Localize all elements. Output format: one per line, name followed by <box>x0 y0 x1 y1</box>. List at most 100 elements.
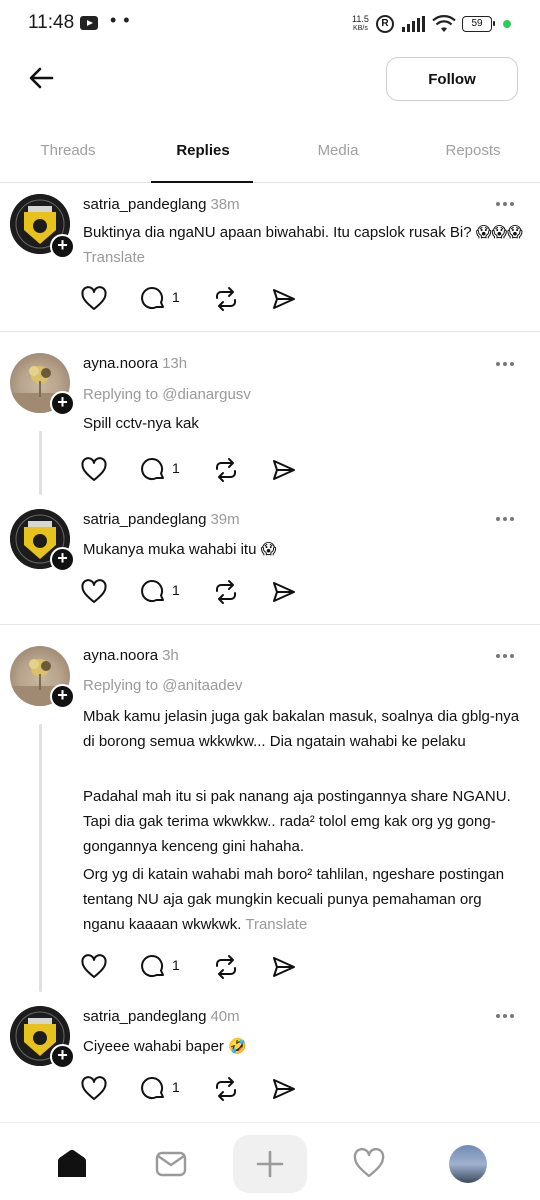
registered-icon: R <box>376 15 394 33</box>
post-time: 3h <box>162 647 179 664</box>
username[interactable]: ayna.noora <box>83 355 158 372</box>
reply-bubble-icon[interactable] <box>139 953 167 981</box>
post-time: 39m <box>210 511 240 528</box>
share-send-icon[interactable] <box>270 1075 298 1103</box>
nav-profile[interactable] <box>431 1135 505 1193</box>
more-options-icon[interactable] <box>496 362 518 368</box>
more-options-icon[interactable] <box>496 202 518 208</box>
post-text: Buktinya dia ngaNU apaan biwahabi. Itu c… <box>83 220 523 270</box>
repost-icon[interactable] <box>212 456 240 484</box>
share-send-icon[interactable] <box>270 285 298 313</box>
signal-icon <box>402 16 425 32</box>
tab-media[interactable]: Media <box>278 142 398 159</box>
inbox-icon <box>155 1151 187 1177</box>
active-tab-indicator <box>151 181 253 183</box>
username[interactable]: satria_pandeglang <box>83 511 206 528</box>
more-options-icon[interactable] <box>496 517 518 523</box>
post-actions: 1 <box>80 953 320 981</box>
follow-plus-icon[interactable]: + <box>50 1044 75 1069</box>
username[interactable]: ayna.noora <box>83 647 158 664</box>
post-text: Mukanya muka wahabi itu 😱 <box>83 541 277 558</box>
reply-count: 1 <box>172 957 180 973</box>
follow-plus-icon[interactable]: + <box>50 391 75 416</box>
nav-likes[interactable] <box>332 1135 406 1193</box>
status-time: 11:48 <box>28 12 75 33</box>
divider <box>0 624 540 625</box>
username[interactable]: satria_pandeglang <box>83 196 206 213</box>
post-time: 40m <box>210 1008 240 1025</box>
like-heart-icon[interactable] <box>80 456 108 484</box>
profile-avatar <box>449 1145 487 1183</box>
post-text: Spill cctv-nya kak <box>83 415 199 432</box>
post-author[interactable]: satria_pandeglang 38m <box>83 196 240 213</box>
post-author[interactable]: satria_pandeglang 39m <box>83 511 240 528</box>
reply-count: 1 <box>172 582 180 598</box>
notification-dots: • • <box>110 10 131 30</box>
back-arrow-icon[interactable] <box>26 62 58 94</box>
like-heart-icon[interactable] <box>80 953 108 981</box>
network-speed-value: 11.5 <box>352 14 369 24</box>
post-author[interactable]: satria_pandeglang 40m <box>83 1008 240 1025</box>
post-paragraph: Mbak kamu jelasin juga gak bakalan masuk… <box>83 708 520 750</box>
share-send-icon[interactable] <box>270 456 298 484</box>
post-text: Ciyeee wahabi baper 🤣 <box>83 1038 247 1055</box>
share-send-icon[interactable] <box>270 953 298 981</box>
tab-replies[interactable]: Replies <box>143 142 263 159</box>
follow-plus-icon[interactable]: + <box>50 684 75 709</box>
reply-bubble-icon[interactable] <box>139 456 167 484</box>
share-send-icon[interactable] <box>270 578 298 606</box>
follow-button[interactable]: Follow <box>386 57 518 101</box>
repost-icon[interactable] <box>212 953 240 981</box>
youtube-icon <box>80 16 98 30</box>
post-paragraph: Org yg di katain wahabi mah boro² tahlil… <box>83 862 523 937</box>
translate-link[interactable]: Translate <box>83 249 145 266</box>
nav-compose[interactable] <box>233 1135 307 1193</box>
post-paragraph: Padahal mah itu si pak nanang aja postin… <box>83 788 511 855</box>
post-text-content: Buktinya dia ngaNU apaan biwahabi. Itu c… <box>83 224 523 241</box>
post-author[interactable]: ayna.noora 3h <box>83 647 179 664</box>
post-actions: 1 <box>80 578 320 606</box>
repost-icon[interactable] <box>212 1075 240 1103</box>
post-actions: 1 <box>80 456 320 484</box>
follow-plus-icon[interactable]: + <box>50 234 75 259</box>
network-speed-unit: KB/s <box>353 25 368 32</box>
reply-bubble-icon[interactable] <box>139 1075 167 1103</box>
home-icon <box>58 1149 86 1177</box>
status-bar: 11:48 • • 11.5 KB/s R 59 <box>0 0 540 48</box>
post-time: 38m <box>210 196 240 213</box>
like-heart-icon[interactable] <box>80 285 108 313</box>
reply-count: 1 <box>172 460 180 476</box>
bottom-navigation <box>0 1122 540 1200</box>
more-options-icon[interactable] <box>496 1014 518 1020</box>
like-heart-icon[interactable] <box>80 578 108 606</box>
wifi-icon <box>432 15 456 32</box>
replying-to[interactable]: Replying to @dianargusv <box>83 386 251 403</box>
repost-icon[interactable] <box>212 285 240 313</box>
more-options-icon[interactable] <box>496 654 518 660</box>
battery-indicator: 59 <box>462 16 495 32</box>
privacy-dot-icon <box>503 20 511 28</box>
nav-home[interactable] <box>35 1135 109 1193</box>
network-speed: 11.5 KB/s <box>352 15 369 33</box>
reply-bubble-icon[interactable] <box>139 285 167 313</box>
post-time: 13h <box>162 355 188 372</box>
translate-link[interactable]: Translate <box>245 916 307 933</box>
nav-activity-inbox[interactable] <box>134 1135 208 1193</box>
thread-line <box>39 724 42 992</box>
reply-bubble-icon[interactable] <box>139 578 167 606</box>
divider <box>0 331 540 332</box>
follow-plus-icon[interactable]: + <box>50 547 75 572</box>
post-actions: 1 <box>80 285 320 313</box>
heart-icon <box>353 1147 385 1178</box>
username[interactable]: satria_pandeglang <box>83 1008 206 1025</box>
like-heart-icon[interactable] <box>80 1075 108 1103</box>
post-actions: 1 <box>80 1075 320 1103</box>
tab-threads[interactable]: Threads <box>8 142 128 159</box>
tab-reposts[interactable]: Reposts <box>413 142 533 159</box>
reply-count: 1 <box>172 1079 180 1095</box>
plus-icon <box>256 1150 284 1178</box>
thread-line <box>39 431 42 495</box>
replying-to[interactable]: Replying to @anitaadev <box>83 677 243 694</box>
post-author[interactable]: ayna.noora 13h <box>83 355 187 372</box>
repost-icon[interactable] <box>212 578 240 606</box>
